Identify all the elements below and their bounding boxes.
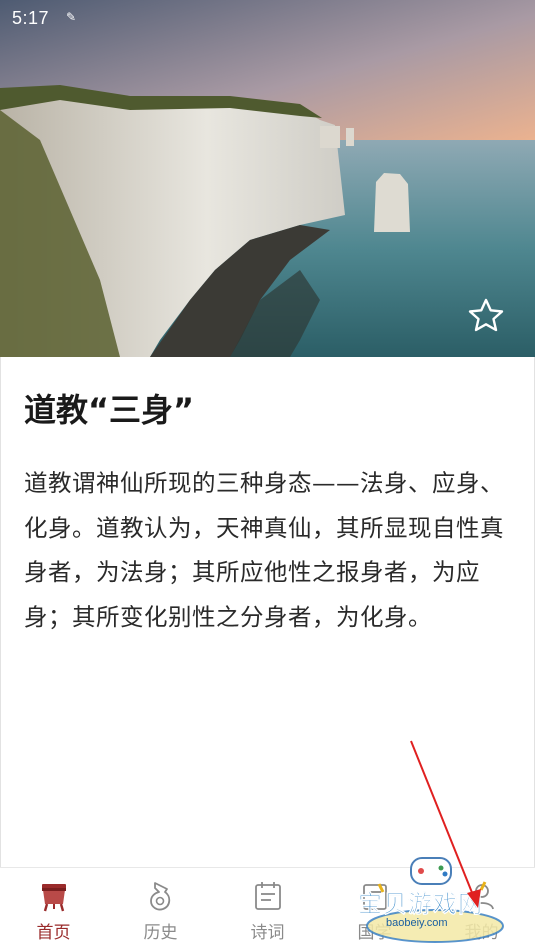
article-title: 道教“三身” (24, 391, 195, 429)
article-card: 道教“三身” 道教谓神仙所现的三种身态——法身、应身、化身。道教认为，天神真仙，… (0, 357, 535, 867)
tab-home[interactable]: 首页 (0, 868, 107, 952)
tab-label: 诗词 (250, 923, 285, 943)
watermark-text: 宝贝游戏网 (358, 890, 483, 919)
history-vase-icon (150, 882, 171, 911)
tab-history[interactable]: 历史 (107, 868, 214, 952)
status-time: 5:17 (12, 8, 50, 28)
tab-label: 首页 (36, 923, 71, 943)
star-outline-icon[interactable] (466, 296, 506, 336)
home-cauldron-icon (42, 884, 66, 912)
article-body: 道教谓神仙所现的三种身态——法身、应身、化身。道教认为，天神真仙，其所显现自性真… (24, 469, 504, 631)
poetry-book-icon (255, 882, 281, 910)
tab-poetry[interactable]: 诗词 (214, 868, 321, 952)
tab-label: 历史 (143, 923, 178, 943)
status-notification-icon: ✎ (66, 10, 77, 24)
hero-image: 5:17 ✎ (0, 0, 535, 357)
watermark-url: baobeiy.com (386, 917, 448, 929)
